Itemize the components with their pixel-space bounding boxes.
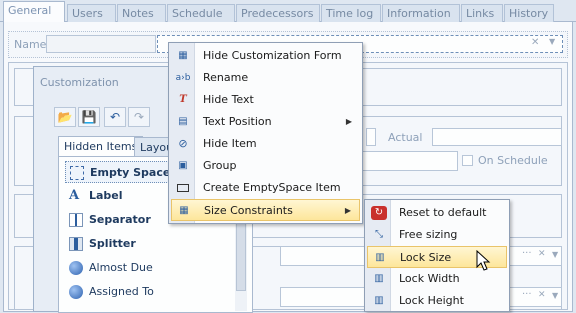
menu-item-label: Lock Width — [399, 272, 460, 285]
menu-item-label: Create EmptySpace Item — [203, 181, 341, 194]
menu-item-label: Group — [203, 159, 237, 172]
lock-size-icon: ▥ — [375, 252, 385, 263]
clear-icon[interactable]: ✕ — [538, 249, 546, 259]
tab-notes[interactable]: Notes — [117, 4, 166, 22]
menu-item-lock-height[interactable]: ▥ Lock Height — [367, 290, 507, 312]
field-icon — [69, 261, 83, 275]
menu-item-label: Hide Item — [203, 137, 257, 150]
hidden-item-label: Almost Due — [89, 261, 153, 274]
menu-item-size-constraints[interactable]: ▦ Size Constraints ▶ — [171, 199, 360, 221]
hidden-item-label: Splitter — [89, 237, 136, 250]
tab-time-log[interactable]: Time log — [321, 4, 381, 22]
hide-item-icon: ⊘ — [178, 137, 188, 150]
mouse-cursor-icon — [476, 250, 491, 271]
tab-hidden-items[interactable]: Hidden Items — [58, 136, 144, 156]
name-label: Name — [14, 38, 47, 51]
submenu-arrow-icon: ▶ — [345, 117, 352, 126]
menu-item-label: Free sizing — [399, 228, 458, 241]
hidden-item-assigned-to[interactable]: Assigned To — [65, 281, 229, 303]
splitter-icon — [69, 237, 83, 251]
on-schedule-checkbox[interactable] — [462, 155, 473, 166]
hidden-item-label: Label — [89, 189, 123, 202]
tab-users[interactable]: Users — [67, 4, 116, 22]
menu-item-label: Lock Height — [399, 294, 464, 307]
open-icon[interactable]: 📂 — [54, 107, 76, 127]
menu-item-hide-customization-form[interactable]: ▦ Hide Customization Form — [171, 45, 360, 67]
tab-layout[interactable]: Layou — [134, 137, 170, 157]
menu-item-label: Hide Customization Form — [203, 49, 342, 62]
menu-item-hide-text[interactable]: T Hide Text — [171, 89, 360, 111]
chevron-down-icon[interactable]: ▼ — [552, 250, 558, 259]
redo-icon[interactable]: ↷ — [128, 107, 150, 127]
tab-bar: General Users Notes Schedule Predecessor… — [0, 0, 576, 23]
menu-item-label: Hide Text — [203, 93, 254, 106]
field-icon — [69, 285, 83, 299]
text-position-icon: ▤ — [178, 116, 188, 127]
actual-field[interactable] — [432, 128, 562, 146]
tab-links[interactable]: Links — [461, 4, 503, 22]
reset-icon: ↻ — [371, 206, 387, 220]
empty-space-icon — [175, 181, 191, 195]
chevron-down-icon[interactable]: ▼ — [552, 291, 558, 300]
menu-item-label: Reset to default — [399, 206, 487, 219]
hidden-item-label: Separator — [89, 213, 151, 226]
name-field[interactable] — [46, 35, 156, 53]
lock-width-icon: ▥ — [374, 273, 384, 284]
menu-item-text-position[interactable]: ▤ Text Position ▶ — [171, 111, 360, 133]
customization-title: Customization — [40, 76, 119, 89]
menu-item-free-sizing[interactable]: ⤡ Free sizing — [367, 224, 507, 246]
undo-icon[interactable]: ↶ — [104, 107, 126, 127]
separator-icon — [69, 213, 83, 227]
hidden-item-label: Empty Space — [90, 166, 171, 179]
menu-item-group[interactable]: ▣ Group — [171, 155, 360, 177]
menu-item-label: Size Constraints — [204, 204, 293, 217]
size-constraints-icon: ▦ — [179, 205, 189, 216]
tab-predecessors[interactable]: Predecessors — [236, 4, 320, 22]
free-sizing-icon: ⤡ — [375, 229, 383, 240]
menu-item-label: Rename — [203, 71, 249, 84]
rename-icon: a›b — [175, 73, 191, 83]
ellipsis-icon[interactable]: ··· — [522, 248, 532, 259]
clear-icon[interactable]: ✕ — [531, 37, 539, 48]
hide-text-icon: T — [179, 94, 187, 105]
menu-item-hide-item[interactable]: ⊘ Hide Item — [171, 133, 360, 155]
clear-icon[interactable]: ✕ — [538, 290, 546, 300]
label-icon: A — [69, 188, 80, 203]
customize-icon: ▦ — [178, 50, 188, 61]
submenu-arrow-icon: ▶ — [344, 206, 351, 215]
menu-item-create-emptyspace-item[interactable]: Create EmptySpace Item — [171, 177, 360, 199]
group-icon: ▣ — [178, 160, 188, 171]
hidden-item-almost-due[interactable]: Almost Due — [65, 257, 229, 279]
menu-item-label: Lock Size — [400, 251, 452, 264]
tab-schedule[interactable]: Schedule — [167, 4, 235, 22]
hidden-item-label: Assigned To — [89, 285, 154, 298]
empty-space-icon — [70, 166, 84, 180]
actual-label: Actual — [388, 131, 423, 144]
hidden-item-splitter[interactable]: Splitter — [65, 233, 229, 255]
on-schedule-label: On Schedule — [478, 154, 548, 167]
field-stub[interactable] — [366, 128, 376, 146]
tab-general[interactable]: General — [3, 1, 65, 23]
menu-item-rename[interactable]: a›b Rename — [171, 67, 360, 89]
context-menu: ▦ Hide Customization Form a›b Rename T H… — [168, 42, 363, 224]
lock-height-icon: ▥ — [374, 295, 384, 306]
ellipsis-icon[interactable]: ··· — [522, 289, 532, 300]
tab-history[interactable]: History — [504, 4, 554, 22]
menu-item-reset-to-default[interactable]: ↻ Reset to default — [367, 202, 507, 224]
chevron-down-icon[interactable]: ▼ — [549, 37, 555, 46]
tab-information[interactable]: Information — [382, 4, 460, 22]
save-icon[interactable]: 💾 — [78, 107, 100, 127]
menu-item-label: Text Position — [203, 115, 272, 128]
